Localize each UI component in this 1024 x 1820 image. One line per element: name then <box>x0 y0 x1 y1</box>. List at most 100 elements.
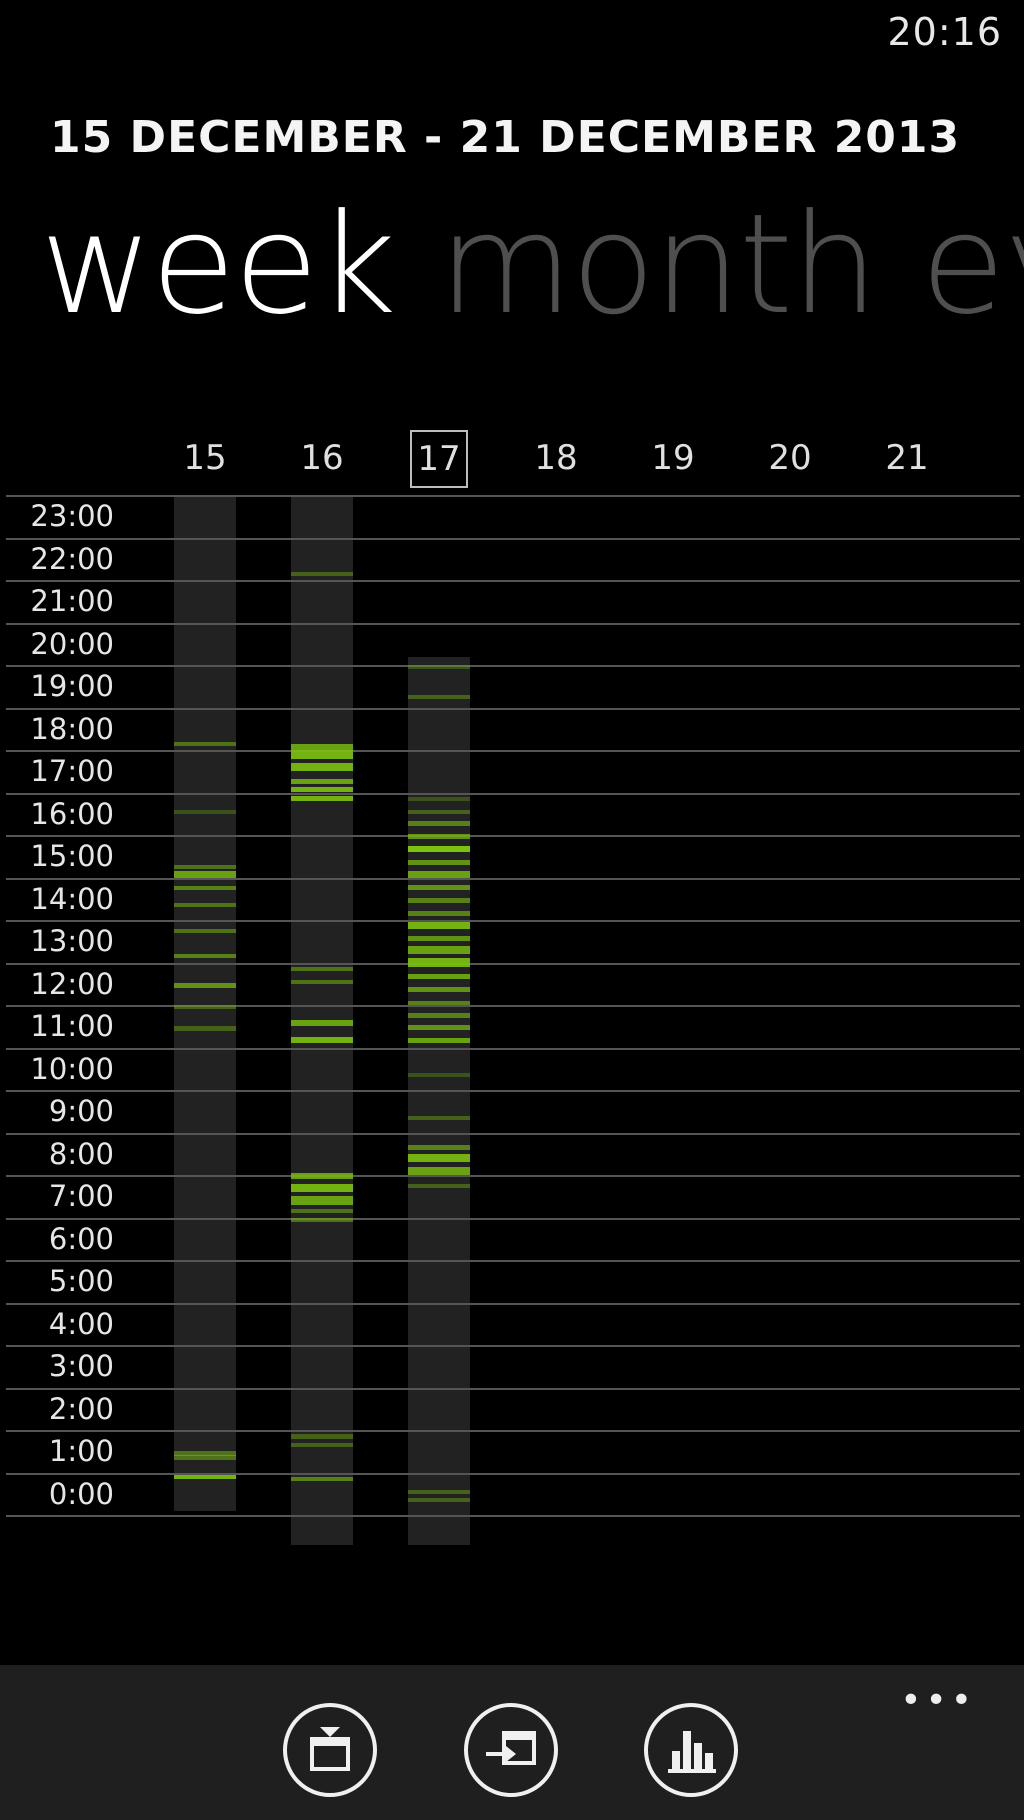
day-label-15[interactable]: 15 <box>170 428 240 488</box>
activity-mark <box>291 1196 353 1205</box>
hour-grid-line <box>6 1217 1020 1220</box>
hour-label: 10:00 <box>30 1051 114 1086</box>
hour-label: 3:00 <box>48 1349 114 1383</box>
activity-mark <box>408 796 470 801</box>
activity-mark <box>408 1498 470 1503</box>
hour-grid-line <box>6 665 1020 667</box>
activity-mark <box>408 1153 470 1163</box>
activity-mark <box>408 1183 470 1188</box>
activity-mark <box>174 871 236 878</box>
app-bar: ••• <box>0 1665 1024 1820</box>
hour-label: 17:00 <box>30 754 114 788</box>
activity-mark <box>291 778 353 784</box>
activity-mark <box>408 1012 470 1018</box>
activity-mark <box>291 1019 353 1027</box>
calendar-import-button[interactable] <box>464 1703 558 1797</box>
week-activity-chart: 15 16 17 18 19 20 21 23:00 22:00 21:00 20:00 19:00 1… <box>0 410 1024 1545</box>
pivot-header: week monthev <box>40 190 1024 340</box>
hour-label: 23:00 <box>30 499 114 533</box>
hour-grid-line <box>6 495 1020 497</box>
hour-label: 7:00 <box>48 1179 114 1213</box>
hour-grid-line <box>6 1515 1020 1517</box>
activity-mark <box>174 1474 236 1479</box>
day-label-16[interactable]: 16 <box>287 428 357 488</box>
day-label-17[interactable]: 17 <box>410 430 468 488</box>
activity-mark <box>291 1434 353 1439</box>
hour-label: 5:00 <box>48 1264 114 1298</box>
activity-mark <box>408 1489 470 1494</box>
activity-mark <box>408 845 470 852</box>
activity-mark <box>408 809 470 814</box>
hour-label: 8:00 <box>48 1136 114 1171</box>
hour-grid-line <box>6 1132 1020 1135</box>
activity-mark <box>408 1000 470 1005</box>
day-label-19[interactable]: 19 <box>638 428 708 488</box>
hour-grid-line <box>6 750 1020 752</box>
hour-label: 15:00 <box>30 839 114 873</box>
hour-grid-line <box>6 1430 1020 1432</box>
hour-label: 6:00 <box>48 1221 114 1256</box>
activity-mark <box>291 979 353 984</box>
activity-mark <box>408 1038 470 1044</box>
hour-label: 16:00 <box>30 796 114 831</box>
activity-mark <box>408 936 470 942</box>
activity-mark <box>408 665 470 670</box>
hour-grid-line <box>6 580 1020 582</box>
hour-label: 21:00 <box>30 584 114 618</box>
activity-mark <box>174 864 236 869</box>
activity-mark <box>291 1036 353 1044</box>
activity-mark <box>291 1183 353 1192</box>
date-range-title: 15 DECEMBER - 21 DECEMBER 2013 <box>50 112 961 163</box>
tab-week[interactable]: week <box>40 190 397 340</box>
activity-mark <box>174 886 236 891</box>
activity-mark <box>408 834 470 840</box>
hour-label: 12:00 <box>30 966 114 1001</box>
hour-label: 20:00 <box>30 626 114 661</box>
activity-mark <box>291 787 353 793</box>
hour-grid-line <box>6 1345 1020 1347</box>
day-label-21[interactable]: 21 <box>872 428 942 488</box>
activity-mark <box>408 922 470 929</box>
activity-mark <box>174 982 236 988</box>
tab-events[interactable]: ev <box>921 190 1024 340</box>
hour-grid-line <box>6 1260 1020 1262</box>
activity-mark <box>408 897 470 903</box>
statistics-button[interactable] <box>644 1703 738 1797</box>
hour-label: 19:00 <box>30 669 114 703</box>
hour-grid-line <box>6 537 1020 540</box>
activity-mark <box>408 1166 470 1175</box>
activity-mark <box>291 1172 353 1180</box>
activity-mark <box>291 743 353 750</box>
activity-mark <box>174 809 236 814</box>
activity-mark <box>408 821 470 827</box>
activity-mark <box>408 871 470 878</box>
day-label-20[interactable]: 20 <box>755 428 825 488</box>
activity-mark <box>408 1115 470 1120</box>
hour-label: 14:00 <box>30 881 114 916</box>
hour-label: 9:00 <box>48 1094 114 1128</box>
hour-label: 4:00 <box>48 1306 114 1341</box>
day-column-17 <box>408 656 470 1545</box>
activity-mark <box>408 859 470 865</box>
activity-mark <box>291 762 353 772</box>
status-time: 20:16 <box>887 10 1002 54</box>
hour-grid-line <box>6 1472 1020 1475</box>
calendar-import-icon <box>486 1731 536 1765</box>
hour-label: 13:00 <box>30 924 114 958</box>
day-label-18[interactable]: 18 <box>521 428 591 488</box>
activity-mark <box>291 1217 353 1222</box>
day-column-15 <box>174 495 236 1511</box>
more-options-icon[interactable]: ••• <box>900 1683 976 1719</box>
activity-mark <box>174 954 236 959</box>
tab-month[interactable]: month <box>439 190 879 340</box>
hour-label: 11:00 <box>30 1009 114 1043</box>
activity-mark <box>291 795 353 801</box>
activity-mark <box>291 1476 353 1481</box>
hour-grid-line <box>6 1047 1020 1050</box>
activity-mark <box>408 694 470 699</box>
calendar-download-button[interactable] <box>283 1703 377 1797</box>
activity-mark <box>291 966 353 971</box>
hour-label: 0:00 <box>48 1476 114 1511</box>
hour-grid-line <box>6 1005 1020 1007</box>
bar-chart-icon <box>668 1731 716 1773</box>
